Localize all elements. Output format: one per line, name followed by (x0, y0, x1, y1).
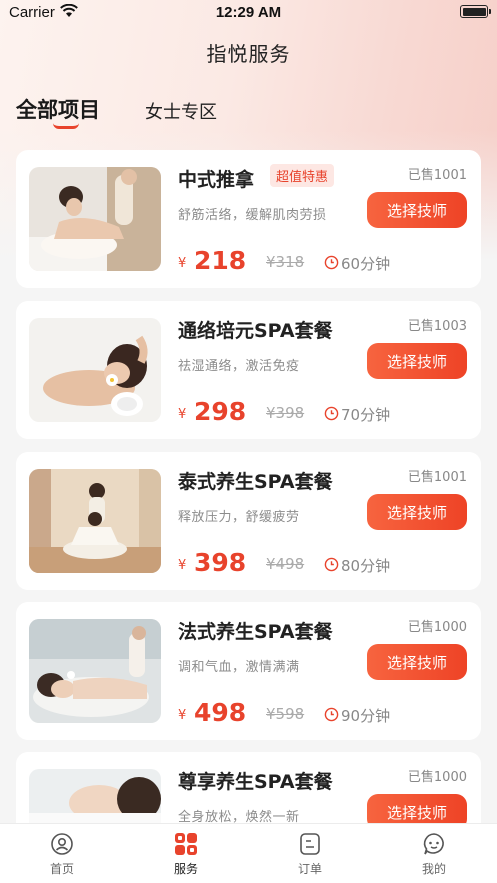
status-time: 12:29 AM (215, 4, 282, 21)
sold-count: 已售1003 (407, 319, 467, 334)
sold-count: 已售1001 (407, 168, 467, 183)
tabbar-item-home[interactable]: 首页 (22, 832, 102, 877)
bottom-tab-bar: 首页 服务 订单 我的 (0, 823, 497, 883)
current-price: 398 (194, 548, 247, 577)
tabbar-label: 我的 (421, 862, 446, 876)
tab-all-items[interactable]: 全部项目 (16, 94, 100, 124)
original-price: ¥318 (266, 253, 305, 271)
price-row: ¥ 498 ¥598 90分钟 (178, 698, 468, 728)
grid-icon (175, 833, 197, 855)
service-description: 调和气血，激情满满 (178, 660, 300, 675)
sold-count: 已售1000 (407, 620, 467, 635)
current-price: 498 (194, 698, 247, 727)
tabbar-item-services[interactable]: 服务 (146, 832, 226, 877)
duration: 70分钟 (341, 406, 391, 424)
sold-count: 已售1001 (407, 470, 467, 485)
original-price: ¥498 (266, 555, 305, 573)
tabbar-label: 首页 (49, 862, 74, 876)
active-tab-indicator (53, 123, 79, 129)
order-icon (300, 833, 320, 855)
service-thumbnail (29, 469, 161, 573)
select-technician-button[interactable]: 选择技师 (367, 343, 467, 379)
price-row: ¥ 298 ¥398 70分钟 (178, 397, 468, 427)
battery-icon (460, 5, 491, 18)
select-technician-button[interactable]: 选择技师 (367, 644, 467, 680)
duration: 60分钟 (341, 255, 391, 273)
sold-count: 已售1000 (407, 770, 467, 785)
service-description: 祛湿通络，激活免疫 (178, 359, 300, 374)
clock-icon (324, 255, 339, 270)
clock-icon (324, 406, 339, 421)
tabbar-item-orders[interactable]: 订单 (270, 832, 350, 877)
service-thumbnail (29, 318, 161, 422)
service-thumbnail (29, 619, 161, 723)
original-price: ¥398 (266, 404, 305, 422)
currency-symbol: ¥ (178, 407, 187, 422)
service-name: 中式推拿 (178, 169, 255, 191)
service-name: 通络培元SPA套餐 (178, 320, 333, 342)
current-price: 298 (194, 397, 247, 426)
service-thumbnail (29, 167, 161, 271)
clock-icon (324, 557, 339, 572)
select-technician-button[interactable]: 选择技师 (367, 494, 467, 530)
tabbar-item-profile[interactable]: 我的 (394, 832, 474, 877)
discount-badge: 超值特惠 (270, 164, 335, 187)
current-price: 218 (194, 246, 247, 275)
service-card[interactable]: 法式养生SPA套餐 已售1000 调和气血，激情满满 选择技师 ¥ 498 ¥5… (16, 602, 481, 740)
currency-symbol: ¥ (178, 708, 187, 723)
service-card[interactable]: 泰式养生SPA套餐 已售1001 释放压力，舒缓疲劳 选择技师 ¥ 398 ¥4… (16, 452, 481, 590)
service-card[interactable]: 通络培元SPA套餐 已售1003 祛湿通络，激活免疫 选择技师 ¥ 298 ¥3… (16, 301, 481, 439)
price-row: ¥ 398 ¥498 80分钟 (178, 548, 468, 578)
profile-icon (423, 833, 444, 855)
service-description: 释放压力，舒缓疲劳 (178, 510, 300, 525)
page-title: 指悦服务 (206, 42, 291, 66)
tabbar-label: 服务 (173, 862, 198, 876)
currency-symbol: ¥ (178, 558, 187, 573)
service-name: 法式养生SPA套餐 (178, 621, 333, 643)
home-icon (51, 833, 73, 855)
service-description: 舒筋活络，缓解肌肉劳损 (178, 208, 327, 223)
tab-women-zone[interactable]: 女士专区 (145, 98, 217, 124)
duration: 90分钟 (341, 707, 391, 725)
service-name: 尊享养生SPA套餐 (178, 771, 333, 793)
clock-icon (324, 707, 339, 722)
duration: 80分钟 (341, 557, 391, 575)
select-technician-button[interactable]: 选择技师 (367, 192, 467, 228)
status-bar: Carrier 12:29 AM (0, 0, 497, 26)
tabbar-label: 订单 (297, 862, 322, 876)
service-name: 泰式养生SPA套餐 (178, 471, 333, 493)
original-price: ¥598 (266, 705, 305, 723)
service-card[interactable]: 中式推拿 超值特惠 已售1001 舒筋活络，缓解肌肉劳损 选择技师 ¥ 218 … (16, 150, 481, 288)
currency-symbol: ¥ (178, 256, 187, 271)
price-row: ¥ 218 ¥318 60分钟 (178, 246, 468, 276)
